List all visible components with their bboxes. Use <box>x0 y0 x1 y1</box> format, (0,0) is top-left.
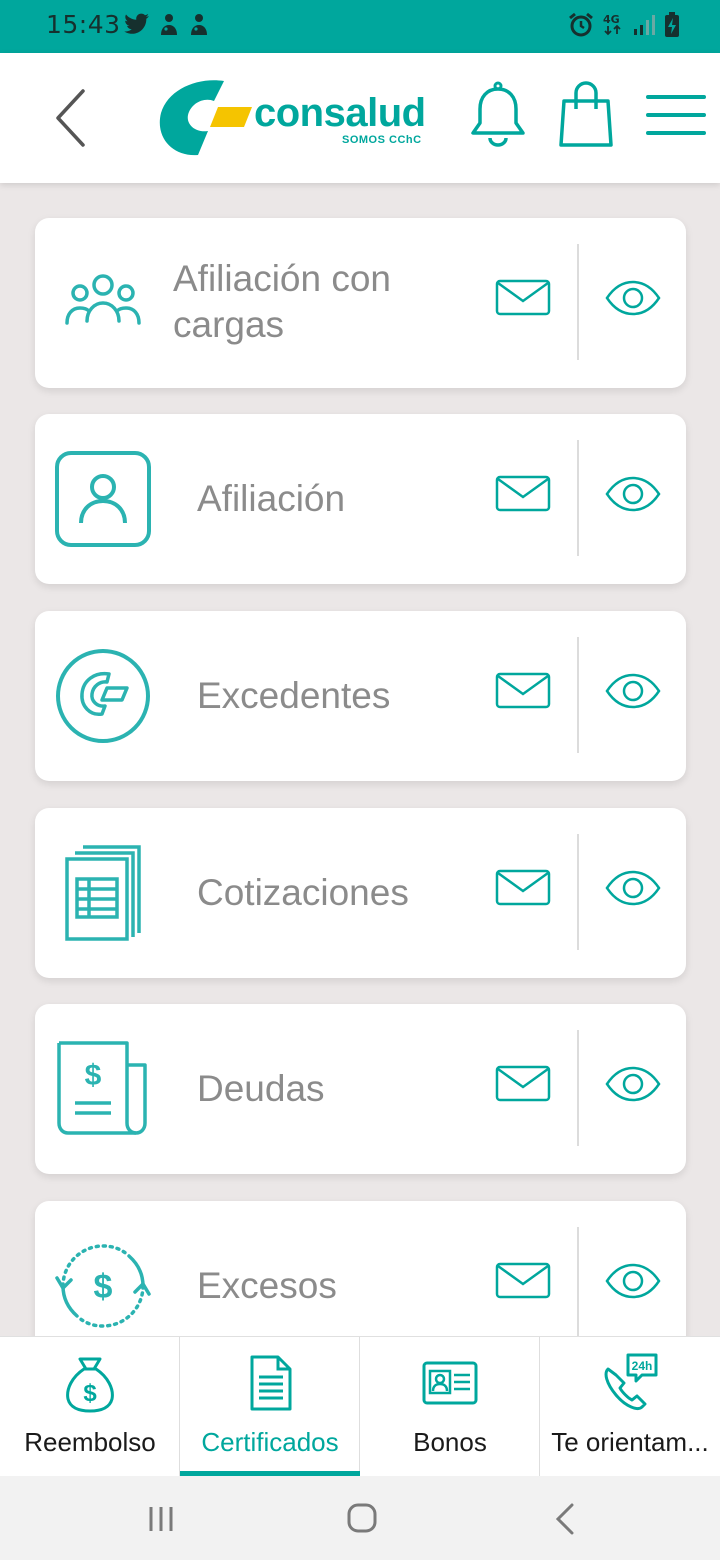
svg-text:24h: 24h <box>632 1359 653 1373</box>
certificate-label: Deudas <box>197 1068 325 1109</box>
system-nav-bar <box>0 1476 720 1560</box>
certificate-card[interactable]: Afiliación <box>35 414 686 584</box>
tab-label: Reembolso <box>24 1427 156 1457</box>
bottom-tab-bar: $ Reembolso Certificados Bonos 24h Te or… <box>0 1336 720 1477</box>
4g-signal-icon: 4G <box>603 13 621 36</box>
action-divider <box>577 1227 579 1336</box>
notification-icon <box>191 14 207 35</box>
mail-icon[interactable] <box>495 868 551 908</box>
certificate-card[interactable]: Excedentes <box>35 611 686 781</box>
battery-charging-icon <box>665 12 679 37</box>
svg-text:4G: 4G <box>603 13 620 26</box>
consalud-logo: consalud SOMOS CChC <box>158 79 428 159</box>
certificate-label: Cotizaciones <box>197 872 409 913</box>
bell-icon[interactable] <box>468 81 528 151</box>
alarm-icon <box>569 12 593 37</box>
tab-label: Bonos <box>413 1427 487 1457</box>
mail-icon[interactable] <box>495 278 551 318</box>
signal-icon <box>634 15 655 35</box>
tab-reembolso[interactable]: $ Reembolso <box>0 1337 180 1477</box>
status-bar: 15:43 4G <box>0 0 720 53</box>
twitter-icon <box>124 13 149 34</box>
tab-certificados[interactable]: Certificados <box>180 1337 360 1477</box>
svg-text:$: $ <box>94 1268 113 1306</box>
certificate-label: Excesos <box>197 1265 337 1306</box>
money-bag-icon: $ <box>65 1357 114 1413</box>
action-divider <box>577 244 579 360</box>
certificate-label: Afiliación con cargas <box>173 258 392 345</box>
user-profile-icon <box>55 451 151 547</box>
money-cycle-icon: $ <box>55 1244 151 1328</box>
shopping-bag-icon[interactable] <box>556 79 616 149</box>
id-card-icon <box>422 1361 477 1405</box>
eye-icon[interactable] <box>605 868 661 908</box>
eye-icon[interactable] <box>605 474 661 514</box>
eye-icon[interactable] <box>605 278 661 318</box>
brand-name: consalud <box>254 91 426 135</box>
action-divider <box>577 440 579 556</box>
app-header: consalud SOMOS CChC <box>0 53 720 183</box>
group-icon <box>65 274 141 325</box>
mail-icon[interactable] <box>495 1261 551 1301</box>
home-icon[interactable] <box>346 1502 378 1534</box>
certificate-card[interactable]: Cotizaciones <box>35 808 686 978</box>
mail-icon[interactable] <box>495 671 551 711</box>
tab-label: Te orientam... <box>551 1427 709 1457</box>
certificate-label: Excedentes <box>197 675 391 716</box>
back-icon[interactable] <box>50 83 100 153</box>
svg-text:$: $ <box>83 1380 97 1407</box>
document-table-icon <box>65 845 141 941</box>
certificate-card[interactable]: Afiliación con cargas <box>35 218 686 388</box>
money-document-icon: $ <box>57 1041 147 1135</box>
logo-mark-icon <box>159 80 252 156</box>
eye-icon[interactable] <box>605 1064 661 1104</box>
tab-label: Certificados <box>201 1427 339 1457</box>
hamburger-menu-icon[interactable] <box>646 91 706 141</box>
certificates-list[interactable]: Afiliación con cargas Afiliación Exceden… <box>0 183 720 1336</box>
certificate-card[interactable]: $ Excesos <box>35 1201 686 1336</box>
action-divider <box>577 637 579 753</box>
action-divider <box>577 1030 579 1146</box>
certificate-card[interactable]: $ Deudas <box>35 1004 686 1174</box>
recent-apps-icon[interactable] <box>146 1504 176 1534</box>
nav-back-icon[interactable] <box>554 1502 576 1536</box>
svg-text:$: $ <box>85 1059 102 1092</box>
mail-icon[interactable] <box>495 474 551 514</box>
brand-tagline: SOMOS CChC <box>342 134 422 146</box>
document-icon <box>250 1355 291 1411</box>
phone-24h-icon: 24h <box>604 1353 658 1410</box>
eye-icon[interactable] <box>605 671 661 711</box>
eye-icon[interactable] <box>605 1261 661 1301</box>
status-time: 15:43 <box>46 10 121 39</box>
mail-icon[interactable] <box>495 1064 551 1104</box>
action-divider <box>577 834 579 950</box>
tab-te-orientamos[interactable]: 24h Te orientam... <box>540 1337 720 1477</box>
certificate-label: Afiliación <box>197 478 346 519</box>
consalud-logo-circle-icon <box>56 649 150 743</box>
notification-icon <box>161 14 177 35</box>
tab-bonos[interactable]: Bonos <box>360 1337 540 1477</box>
